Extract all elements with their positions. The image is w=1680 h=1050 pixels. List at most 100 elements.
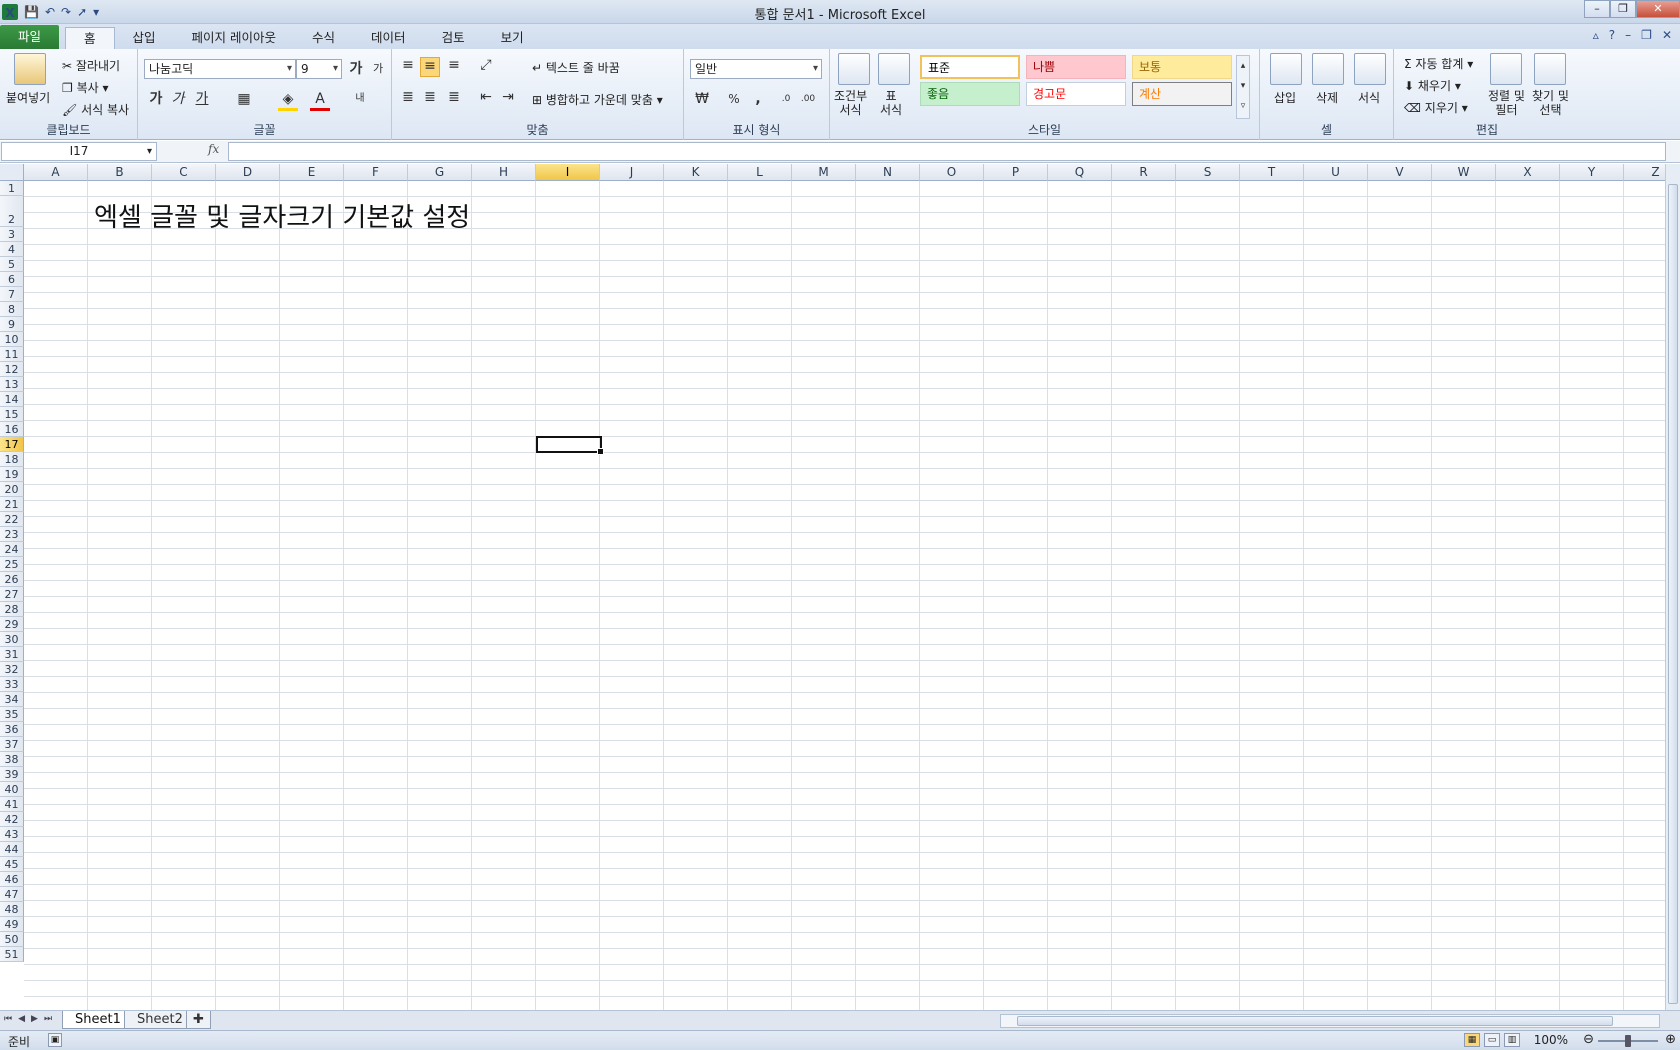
- zoom-out-icon[interactable]: ⊖: [1583, 1032, 1594, 1047]
- sheet-nav-arrows-icon[interactable]: ⏮◀▶⏭: [4, 1014, 58, 1024]
- delete-cells-icon[interactable]: [1312, 53, 1344, 85]
- row-header-19[interactable]: 19: [0, 467, 24, 482]
- insert-button[interactable]: 삽입: [1274, 89, 1296, 106]
- row-header-32[interactable]: 32: [0, 662, 24, 677]
- shrink-font-button[interactable]: 가: [368, 61, 388, 81]
- row-header-44[interactable]: 44: [0, 842, 24, 857]
- column-header-s[interactable]: S: [1176, 164, 1240, 181]
- row-header-1[interactable]: 1: [0, 181, 24, 196]
- row-header-11[interactable]: 11: [0, 347, 24, 362]
- tab-insert[interactable]: 삽입: [115, 27, 174, 49]
- column-header-c[interactable]: C: [152, 164, 216, 181]
- currency-icon[interactable]: ₩: [692, 91, 712, 111]
- tab-page-layout[interactable]: 페이지 레이아웃: [174, 27, 294, 49]
- row-header-7[interactable]: 7: [0, 287, 24, 302]
- percent-button[interactable]: %: [724, 91, 744, 111]
- column-header-z[interactable]: Z: [1624, 164, 1665, 181]
- cell-style-0[interactable]: 표준: [920, 55, 1020, 79]
- find-select-icon[interactable]: [1534, 53, 1566, 85]
- minimize-button[interactable]: –: [1584, 0, 1610, 18]
- font-size-select[interactable]: 9: [296, 59, 342, 79]
- autosum-button[interactable]: Σ 자동 합계 ▾: [1404, 55, 1473, 72]
- decrease-decimal-icon[interactable]: .00: [798, 91, 818, 111]
- grow-font-button[interactable]: 가: [346, 61, 366, 81]
- row-header-43[interactable]: 43: [0, 827, 24, 842]
- format-button[interactable]: 서식: [1358, 89, 1380, 106]
- row-header-30[interactable]: 30: [0, 632, 24, 647]
- italic-button[interactable]: 가: [168, 91, 188, 111]
- row-header-21[interactable]: 21: [0, 497, 24, 512]
- table-format-icon[interactable]: [878, 53, 910, 85]
- column-header-v[interactable]: V: [1368, 164, 1432, 181]
- tab-review[interactable]: 검토: [424, 27, 483, 49]
- align-center-icon[interactable]: ≣: [420, 89, 440, 109]
- align-bottom-icon[interactable]: ≡: [444, 57, 464, 77]
- format-cells-icon[interactable]: [1354, 53, 1386, 85]
- zoom-level[interactable]: 100%: [1534, 1033, 1568, 1047]
- column-header-n[interactable]: N: [856, 164, 920, 181]
- normal-view-icon[interactable]: ▦: [1464, 1033, 1480, 1047]
- column-header-q[interactable]: Q: [1048, 164, 1112, 181]
- row-header-3[interactable]: 3: [0, 227, 24, 242]
- format-as-table-button[interactable]: 표 서식: [880, 89, 902, 117]
- row-header-9[interactable]: 9: [0, 317, 24, 332]
- column-header-t[interactable]: T: [1240, 164, 1304, 181]
- column-header-m[interactable]: M: [792, 164, 856, 181]
- vertical-scrollbar[interactable]: [1665, 164, 1680, 1010]
- sort-filter-button[interactable]: 정렬 및 필터: [1488, 89, 1525, 117]
- comma-button[interactable]: ,: [748, 91, 768, 111]
- row-header-29[interactable]: 29: [0, 617, 24, 632]
- row-header-35[interactable]: 35: [0, 707, 24, 722]
- merge-center-button[interactable]: ⊞ 병합하고 가운데 맞춤 ▾: [532, 91, 663, 108]
- row-header-27[interactable]: 27: [0, 587, 24, 602]
- row-header-42[interactable]: 42: [0, 812, 24, 827]
- row-header-8[interactable]: 8: [0, 302, 24, 317]
- format-painter-button[interactable]: 🖌 서식 복사: [62, 101, 129, 118]
- cell-style-1[interactable]: 나쁨: [1026, 55, 1126, 79]
- row-header-41[interactable]: 41: [0, 797, 24, 812]
- underline-button[interactable]: 가: [192, 91, 212, 111]
- column-header-x[interactable]: X: [1496, 164, 1560, 181]
- close-button[interactable]: ✕: [1636, 0, 1680, 18]
- column-header-r[interactable]: R: [1112, 164, 1176, 181]
- paste-button[interactable]: 붙여넣기: [6, 89, 50, 106]
- row-header-6[interactable]: 6: [0, 272, 24, 287]
- row-header-31[interactable]: 31: [0, 647, 24, 662]
- row-header-5[interactable]: 5: [0, 257, 24, 272]
- macro-record-icon[interactable]: ▣: [48, 1033, 62, 1047]
- phonetic-icon[interactable]: 내: [350, 91, 370, 111]
- cell-area[interactable]: [24, 181, 1665, 1010]
- orientation-icon[interactable]: ⤢: [476, 57, 496, 77]
- sort-filter-icon[interactable]: [1490, 53, 1522, 85]
- paste-icon[interactable]: [14, 53, 46, 85]
- column-header-j[interactable]: J: [600, 164, 664, 181]
- bold-button[interactable]: 가: [146, 91, 166, 111]
- column-header-w[interactable]: W: [1432, 164, 1496, 181]
- delete-button[interactable]: 삭제: [1316, 89, 1338, 106]
- tab-file[interactable]: 파일: [0, 25, 60, 49]
- row-header-28[interactable]: 28: [0, 602, 24, 617]
- new-sheet-icon[interactable]: ✚: [186, 1011, 211, 1029]
- row-header-14[interactable]: 14: [0, 392, 24, 407]
- row-header-12[interactable]: 12: [0, 362, 24, 377]
- number-format-select[interactable]: 일반: [690, 59, 822, 79]
- column-header-e[interactable]: E: [280, 164, 344, 181]
- tab-formulas[interactable]: 수식: [294, 27, 353, 49]
- zoom-slider-knob[interactable]: [1625, 1035, 1631, 1047]
- column-header-k[interactable]: K: [664, 164, 728, 181]
- insert-cells-icon[interactable]: [1270, 53, 1302, 85]
- clear-button[interactable]: ⌫ 지우기 ▾: [1404, 99, 1468, 116]
- column-header-o[interactable]: O: [920, 164, 984, 181]
- conditional-format-icon[interactable]: [838, 53, 870, 85]
- row-header-47[interactable]: 47: [0, 887, 24, 902]
- row-header-51[interactable]: 51: [0, 947, 24, 962]
- row-header-45[interactable]: 45: [0, 857, 24, 872]
- row-header-4[interactable]: 4: [0, 242, 24, 257]
- font-name-select[interactable]: 나눔고딕: [144, 59, 296, 79]
- collapse-ribbon-icon[interactable]: ▵: [1593, 28, 1599, 42]
- doc-minimize-button[interactable]: –: [1625, 28, 1631, 42]
- zoom-in-icon[interactable]: ⊕: [1665, 1032, 1676, 1047]
- cut-button[interactable]: ✂ 잘라내기: [62, 57, 120, 74]
- active-cell[interactable]: [536, 436, 604, 455]
- row-header-49[interactable]: 49: [0, 917, 24, 932]
